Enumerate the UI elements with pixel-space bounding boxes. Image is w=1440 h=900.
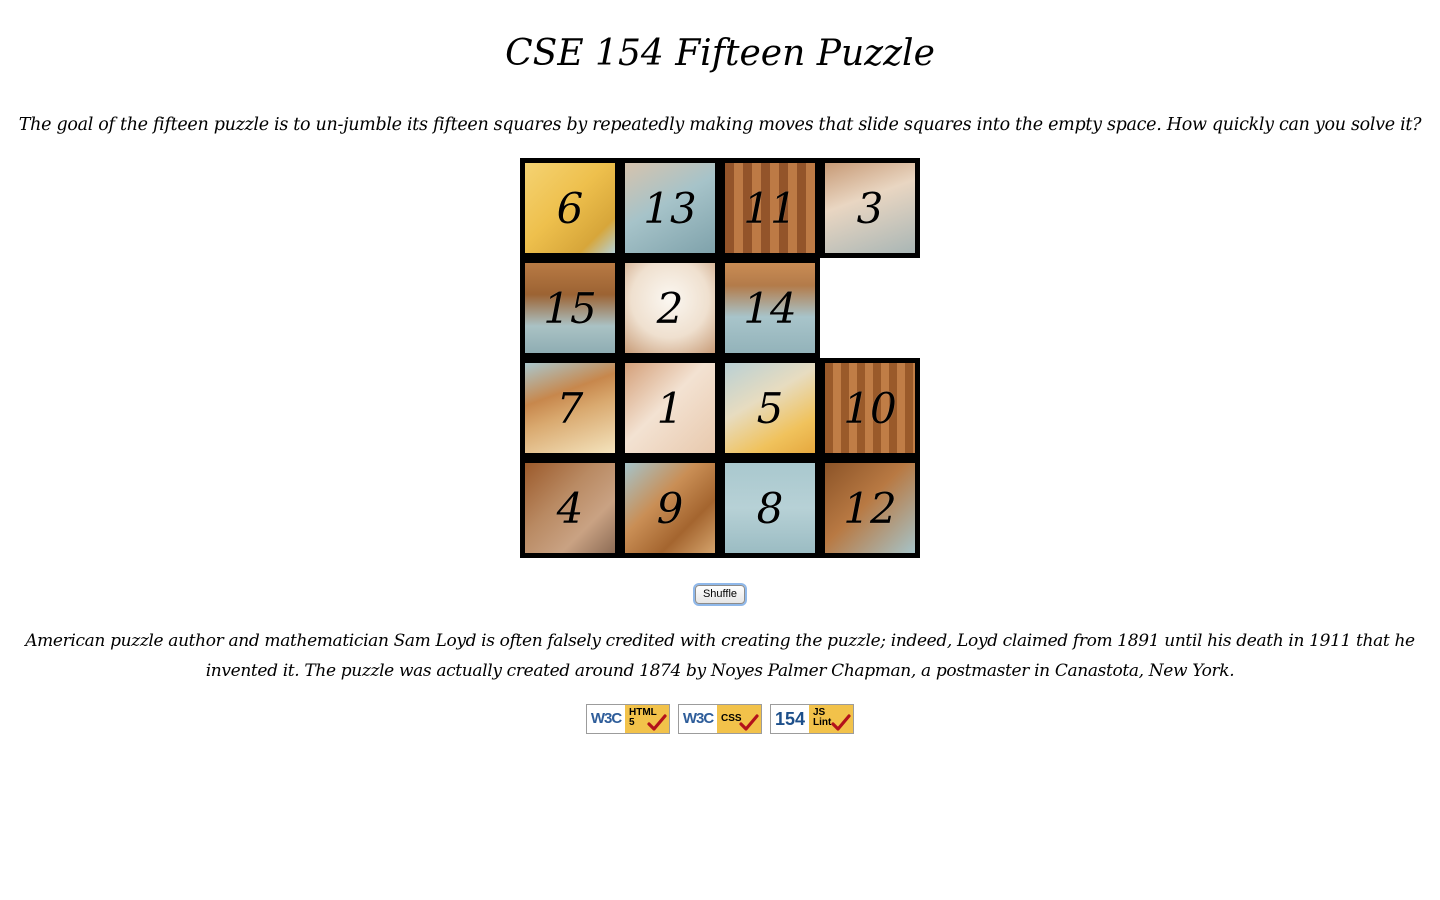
puzzle-tile[interactable]: 3: [820, 158, 920, 258]
tile-number: 1: [656, 384, 684, 433]
tile-number: 3: [856, 184, 884, 233]
intro-paragraph: The goal of the fifteen puzzle is to un-…: [18, 115, 1422, 135]
tile-number: 13: [643, 184, 697, 233]
tile-number: 15: [543, 284, 597, 333]
tile-number: 7: [556, 384, 584, 433]
checkmark-icon: [831, 714, 851, 731]
checkmark-icon: [739, 714, 759, 731]
tile-number: 2: [656, 284, 684, 333]
puzzle-tile[interactable]: 9: [620, 458, 720, 558]
tile-number: 6: [556, 184, 584, 233]
history-paragraph: American puzzle author and mathematician…: [25, 631, 1415, 681]
w3c-html5-badge[interactable]: W3C HTML 5: [586, 704, 670, 734]
controls: Shuffle: [0, 582, 1440, 604]
puzzle-tile[interactable]: 13: [620, 158, 720, 258]
puzzle-tile[interactable]: 15: [520, 258, 620, 358]
tile-number: 5: [756, 384, 784, 433]
puzzle-tile[interactable]: 12: [820, 458, 920, 558]
tile-number: 10: [843, 384, 897, 433]
course-number-text: 154: [771, 705, 809, 733]
w3c-logo-text: W3C: [587, 705, 625, 733]
puzzle-tile[interactable]: 8: [720, 458, 820, 558]
puzzle-tile[interactable]: 2: [620, 258, 720, 358]
puzzle-tile[interactable]: 7: [520, 358, 620, 458]
page: CSE 154 Fifteen Puzzle The goal of the f…: [0, 0, 1440, 900]
checkmark-icon: [647, 714, 667, 731]
tile-number: 14: [743, 284, 797, 333]
badge-label-line2: 5: [629, 717, 635, 728]
badge-label-line2: Lint: [813, 717, 832, 728]
validator-badges: W3C HTML 5 W3C CSS 154 JS Lint: [0, 704, 1440, 734]
w3c-logo-text: W3C: [679, 705, 717, 733]
puzzle-tile[interactable]: 1: [620, 358, 720, 458]
puzzle-tile[interactable]: 5: [720, 358, 820, 458]
tile-number: 4: [556, 484, 584, 533]
puzzle-tile[interactable]: 4: [520, 458, 620, 558]
tile-number: 12: [843, 484, 897, 533]
puzzle-tile[interactable]: 10: [820, 358, 920, 458]
tile-number: 11: [743, 184, 797, 233]
puzzle-tile[interactable]: 11: [720, 158, 820, 258]
page-title: CSE 154 Fifteen Puzzle: [505, 33, 935, 74]
w3c-css-badge[interactable]: W3C CSS: [678, 704, 762, 734]
tile-number: 8: [756, 484, 784, 533]
jslint-badge[interactable]: 154 JS Lint: [770, 704, 854, 734]
tile-number: 9: [656, 484, 684, 533]
puzzle-area: 6 13 11 3 15 2 14 7 1 5 10 4 9 8 12: [520, 158, 920, 558]
puzzle-tile[interactable]: 6: [520, 158, 620, 258]
shuffle-button[interactable]: Shuffle: [694, 585, 746, 604]
puzzle-tile[interactable]: 14: [720, 258, 820, 358]
